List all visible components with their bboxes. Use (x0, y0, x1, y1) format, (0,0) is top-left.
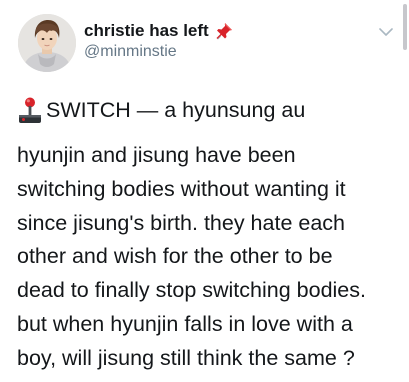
avatar[interactable] (18, 14, 76, 72)
tweet-text-line: but when hyunjin falls in love with a (17, 312, 353, 336)
tweet-text-line: other and wish for the other to be (17, 244, 333, 268)
tweet-title-row: SWITCH — a hyunsung au (17, 96, 305, 124)
tweet-text-line: since jisung's birth. they hate each (17, 211, 345, 235)
user-handle[interactable]: @minminstie (84, 43, 177, 61)
tweet-text-line: dead to finally stop switching bodies. (17, 278, 366, 302)
display-name[interactable]: christie has left (84, 21, 209, 41)
scrollbar-track[interactable] (401, 0, 409, 382)
scrollbar-thumb[interactable] (403, 4, 407, 50)
tweet-text-line: hyunjin and jisung have been (17, 143, 296, 167)
joystick-icon (17, 96, 43, 124)
tweet-text-line: boy, will jisung still think the same ? (17, 346, 355, 370)
tweet-text-line: switching bodies without wanting it (17, 177, 346, 201)
pushpin-icon (214, 21, 234, 41)
name-row: christie has left (84, 21, 234, 41)
avatar-image (18, 14, 76, 72)
chevron-down-icon[interactable] (376, 24, 396, 40)
tweet-title: SWITCH — a hyunsung au (46, 97, 306, 122)
tweet-card: christie has left @minminstie SWITCH — a… (0, 0, 409, 382)
